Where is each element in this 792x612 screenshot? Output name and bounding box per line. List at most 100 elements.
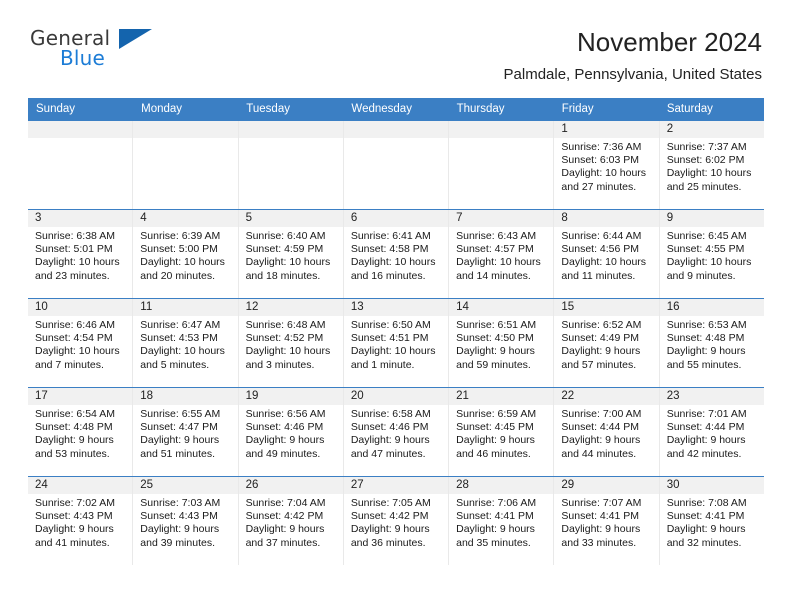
day-cell[interactable]: 18 Sunrise: 6:55 AM Sunset: 4:47 PM Dayl… [133,387,239,476]
day-info: Sunrise: 7:02 AM Sunset: 4:43 PM Dayligh… [28,494,132,551]
daylight-text: Daylight: 10 hours and 25 minutes. [666,167,752,193]
sunrise-text: Sunrise: 7:02 AM [35,496,115,509]
weekday-header-sunday: Sunday [36,102,76,115]
week-row: 3 Sunrise: 6:38 AM Sunset: 5:01 PM Dayli… [28,208,764,298]
sunrise-text: Sunrise: 7:04 AM [245,496,326,509]
day-cell[interactable]: 27 Sunrise: 7:05 AM Sunset: 4:42 PM Dayl… [343,476,450,565]
day-number: 18 [133,387,238,405]
day-cell[interactable]: 17 Sunrise: 6:54 AM Sunset: 4:48 PM Dayl… [28,387,134,476]
day-number: 1 [554,120,659,138]
general-blue-logo: General Blue [30,26,152,72]
day-cell[interactable]: 14 Sunrise: 6:51 AM Sunset: 4:50 PM Dayl… [449,298,555,387]
sunrise-text: Sunrise: 6:58 AM [350,407,431,420]
day-cell[interactable]: 9 Sunrise: 6:45 AM Sunset: 4:55 PM Dayli… [659,209,764,298]
day-cell[interactable]: 1 Sunrise: 7:36 AM Sunset: 6:03 PM Dayli… [554,120,660,209]
weekday-header-monday: Monday [141,102,183,115]
daylight-text: Daylight: 9 hours and 55 minutes. [666,345,746,371]
day-number: 21 [449,387,554,405]
day-cell[interactable]: 26 Sunrise: 7:04 AM Sunset: 4:42 PM Dayl… [238,476,344,565]
day-cell[interactable]: 22 Sunrise: 7:00 AM Sunset: 4:44 PM Dayl… [554,387,660,476]
day-cell[interactable]: 29 Sunrise: 7:07 AM Sunset: 4:41 PM Dayl… [554,476,660,565]
day-info: Sunrise: 6:48 AM Sunset: 4:52 PM Dayligh… [239,316,343,373]
daylight-text: Daylight: 9 hours and 32 minutes. [666,523,746,549]
daylight-text: Daylight: 9 hours and 39 minutes. [140,523,220,549]
day-info: Sunrise: 6:38 AM Sunset: 5:01 PM Dayligh… [28,227,132,284]
day-number: 24 [28,476,133,494]
day-number [28,120,133,138]
sunrise-text: Sunrise: 6:56 AM [245,407,326,420]
day-cell[interactable]: 4 Sunrise: 6:39 AM Sunset: 5:00 PM Dayli… [133,209,239,298]
daylight-text: Daylight: 9 hours and 42 minutes. [666,434,746,460]
day-info: Sunrise: 6:51 AM Sunset: 4:50 PM Dayligh… [449,316,553,373]
day-cell[interactable]: 23 Sunrise: 7:01 AM Sunset: 4:44 PM Dayl… [659,387,764,476]
day-info: Sunrise: 7:06 AM Sunset: 4:41 PM Dayligh… [449,494,553,551]
sunset-text: Sunset: 4:45 PM [456,421,534,433]
day-cell[interactable]: 24 Sunrise: 7:02 AM Sunset: 4:43 PM Dayl… [28,476,134,565]
day-cell[interactable]: 19 Sunrise: 6:56 AM Sunset: 4:46 PM Dayl… [238,387,344,476]
daylight-text: Daylight: 10 hours and 7 minutes. [35,345,120,371]
day-info: Sunrise: 6:59 AM Sunset: 4:45 PM Dayligh… [449,405,553,462]
day-cell[interactable]: 6 Sunrise: 6:41 AM Sunset: 4:58 PM Dayli… [343,209,450,298]
calendar-page: General Blue November 2024 Palmdale, Pen… [0,0,792,612]
day-info: Sunrise: 7:37 AM Sunset: 6:02 PM Dayligh… [660,138,764,195]
day-cell[interactable]: 21 Sunrise: 6:59 AM Sunset: 4:45 PM Dayl… [449,387,555,476]
day-cell[interactable] [238,120,344,209]
sunrise-text: Sunrise: 7:08 AM [666,496,747,509]
day-cell[interactable] [343,120,450,209]
day-cell[interactable]: 2 Sunrise: 7:37 AM Sunset: 6:02 PM Dayli… [659,120,764,209]
day-cell[interactable]: 8 Sunrise: 6:44 AM Sunset: 4:56 PM Dayli… [554,209,660,298]
day-number: 28 [449,476,554,494]
day-number [238,120,343,138]
day-cell[interactable]: 5 Sunrise: 6:40 AM Sunset: 4:59 PM Dayli… [238,209,344,298]
day-cell[interactable]: 30 Sunrise: 7:08 AM Sunset: 4:41 PM Dayl… [659,476,764,565]
day-number: 13 [343,298,449,316]
day-cell[interactable]: 12 Sunrise: 6:48 AM Sunset: 4:52 PM Dayl… [238,298,344,387]
day-info: Sunrise: 7:36 AM Sunset: 6:03 PM Dayligh… [554,138,658,195]
sunrise-text: Sunrise: 6:45 AM [666,229,747,242]
day-number: 3 [28,209,133,227]
day-cell[interactable]: 7 Sunrise: 6:43 AM Sunset: 4:57 PM Dayli… [449,209,555,298]
daylight-text: Daylight: 10 hours and 9 minutes. [666,256,752,282]
day-number: 26 [238,476,343,494]
day-number: 22 [554,387,659,405]
day-cell[interactable]: 13 Sunrise: 6:50 AM Sunset: 4:51 PM Dayl… [343,298,450,387]
week-row: 24 Sunrise: 7:02 AM Sunset: 4:43 PM Dayl… [28,475,764,565]
sunset-text: Sunset: 4:47 PM [140,421,218,433]
sunset-text: Sunset: 4:42 PM [350,510,429,522]
day-info: Sunrise: 6:52 AM Sunset: 4:49 PM Dayligh… [554,316,658,373]
day-cell[interactable] [449,120,555,209]
daylight-text: Daylight: 9 hours and 37 minutes. [245,523,325,549]
day-number: 7 [449,209,554,227]
weekday-header-row: Sunday Monday Tuesday Wednesday Thursday… [28,97,764,120]
day-cell[interactable]: 20 Sunrise: 6:58 AM Sunset: 4:46 PM Dayl… [343,387,450,476]
day-info: Sunrise: 6:55 AM Sunset: 4:47 PM Dayligh… [133,405,237,462]
sunset-text: Sunset: 4:49 PM [561,332,640,344]
day-number: 4 [133,209,238,227]
daylight-text: Daylight: 9 hours and 57 minutes. [561,345,641,371]
day-info: Sunrise: 6:50 AM Sunset: 4:51 PM Dayligh… [344,316,448,373]
day-cell[interactable]: 11 Sunrise: 6:47 AM Sunset: 4:53 PM Dayl… [133,298,239,387]
day-number: 11 [133,298,238,316]
sunset-text: Sunset: 4:51 PM [350,332,429,344]
day-cell[interactable] [28,120,134,209]
daylight-text: Daylight: 10 hours and 3 minutes. [245,345,331,371]
day-cell[interactable]: 25 Sunrise: 7:03 AM Sunset: 4:43 PM Dayl… [133,476,239,565]
sunset-text: Sunset: 6:03 PM [561,154,640,166]
sunset-text: Sunset: 6:02 PM [666,154,745,166]
daylight-text: Daylight: 10 hours and 16 minutes. [350,256,436,282]
day-cell[interactable]: 15 Sunrise: 6:52 AM Sunset: 4:49 PM Dayl… [554,298,660,387]
day-cell[interactable]: 10 Sunrise: 6:46 AM Sunset: 4:54 PM Dayl… [28,298,134,387]
day-number: 20 [343,387,449,405]
day-cell[interactable] [133,120,239,209]
logo-text-blue: Blue [60,46,106,70]
daylight-text: Daylight: 10 hours and 11 minutes. [561,256,647,282]
day-cell[interactable]: 16 Sunrise: 6:53 AM Sunset: 4:48 PM Dayl… [659,298,764,387]
day-cell[interactable]: 28 Sunrise: 7:06 AM Sunset: 4:41 PM Dayl… [449,476,555,565]
day-info: Sunrise: 7:04 AM Sunset: 4:42 PM Dayligh… [239,494,343,551]
sunset-text: Sunset: 4:57 PM [456,243,534,255]
sunset-text: Sunset: 4:54 PM [35,332,113,344]
day-cell[interactable]: 3 Sunrise: 6:38 AM Sunset: 5:01 PM Dayli… [28,209,134,298]
day-info: Sunrise: 7:00 AM Sunset: 4:44 PM Dayligh… [554,405,658,462]
daylight-text: Daylight: 9 hours and 44 minutes. [561,434,641,460]
page-title: November 2024 [577,27,762,57]
